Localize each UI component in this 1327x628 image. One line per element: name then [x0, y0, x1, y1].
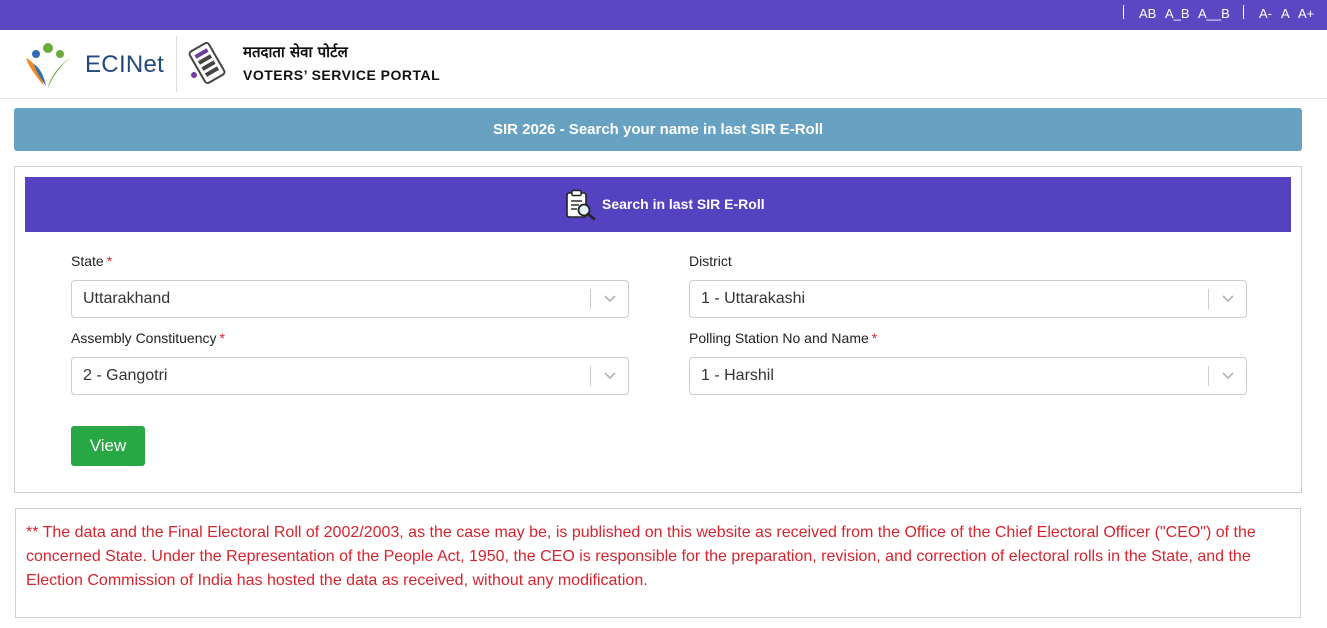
district-select[interactable]: 1 - Uttarakashi — [689, 280, 1247, 318]
search-panel-header: Search in last SIR E-Roll — [25, 177, 1291, 232]
polling-station-label: Polling Station No and Name * — [689, 330, 877, 346]
select-indicator-separator — [590, 289, 591, 309]
select-indicator-separator — [590, 366, 591, 386]
assembly-select[interactable]: 2 - Gangotri — [71, 357, 629, 395]
contrast-option-ab[interactable]: AB — [1139, 6, 1156, 21]
search-panel-title: Search in last SIR E-Roll — [602, 196, 765, 212]
brand-name[interactable]: ECINet — [85, 51, 164, 79]
state-select[interactable]: Uttarakhand — [71, 280, 629, 318]
assembly-label: Assembly Constituency * — [71, 330, 225, 346]
district-label: District — [689, 253, 732, 269]
select-indicator-separator — [1208, 366, 1209, 386]
required-mark: * — [871, 330, 878, 346]
clipboard-search-icon — [566, 189, 596, 221]
top-bar: AB A_B A__B A- A A+ — [0, 0, 1327, 30]
view-button[interactable]: View — [71, 426, 145, 466]
contrast-option-a-b-wide[interactable]: A__B — [1198, 6, 1230, 21]
district-select-value: 1 - Uttarakashi — [701, 290, 806, 307]
assembly-select-value: 2 - Gangotri — [83, 367, 168, 384]
required-mark: * — [106, 253, 113, 269]
search-panel: Search in last SIR E-Roll State * Uttarak… — [14, 166, 1302, 493]
contrast-option-a-b[interactable]: A_B — [1165, 6, 1190, 21]
assembly-label-text: Assembly Constituency — [71, 330, 217, 346]
font-decrease-button[interactable]: A- — [1259, 6, 1272, 21]
ecinet-logo-icon[interactable] — [20, 38, 76, 92]
font-increase-button[interactable]: A+ — [1298, 6, 1314, 21]
chevron-down-icon[interactable] — [1221, 293, 1235, 305]
separator — [1243, 5, 1244, 19]
site-header: ECINet मतदाता सेवा पोर्टल VOTERS’ SERVIC… — [0, 30, 1327, 99]
polling-station-label-text: Polling Station No and Name — [689, 330, 869, 346]
header-divider — [176, 36, 177, 92]
chevron-down-icon[interactable] — [1221, 370, 1235, 382]
font-normal-button[interactable]: A — [1281, 6, 1290, 21]
required-mark: * — [219, 330, 225, 346]
state-select-value: Uttarakhand — [83, 290, 171, 307]
chevron-down-icon[interactable] — [603, 293, 617, 305]
disclaimer-notice: ** The data and the Final Electoral Roll… — [15, 508, 1301, 618]
chevron-down-icon[interactable] — [603, 370, 617, 382]
select-indicator-separator — [1208, 289, 1209, 309]
separator — [1123, 5, 1124, 19]
portal-title-english: VOTERS’ SERVICE PORTAL — [243, 67, 441, 83]
state-label-text: State — [71, 253, 104, 269]
voters-portal-logo-icon — [188, 42, 226, 84]
state-label: State * — [71, 253, 112, 269]
polling-station-select-value: 1 - Harshil — [701, 367, 774, 384]
page-banner: SIR 2026 - Search your name in last SIR … — [14, 108, 1302, 151]
portal-title-hindi: मतदाता सेवा पोर्टल — [243, 43, 348, 61]
district-label-text: District — [689, 253, 732, 269]
polling-station-select[interactable]: 1 - Harshil — [689, 357, 1247, 395]
